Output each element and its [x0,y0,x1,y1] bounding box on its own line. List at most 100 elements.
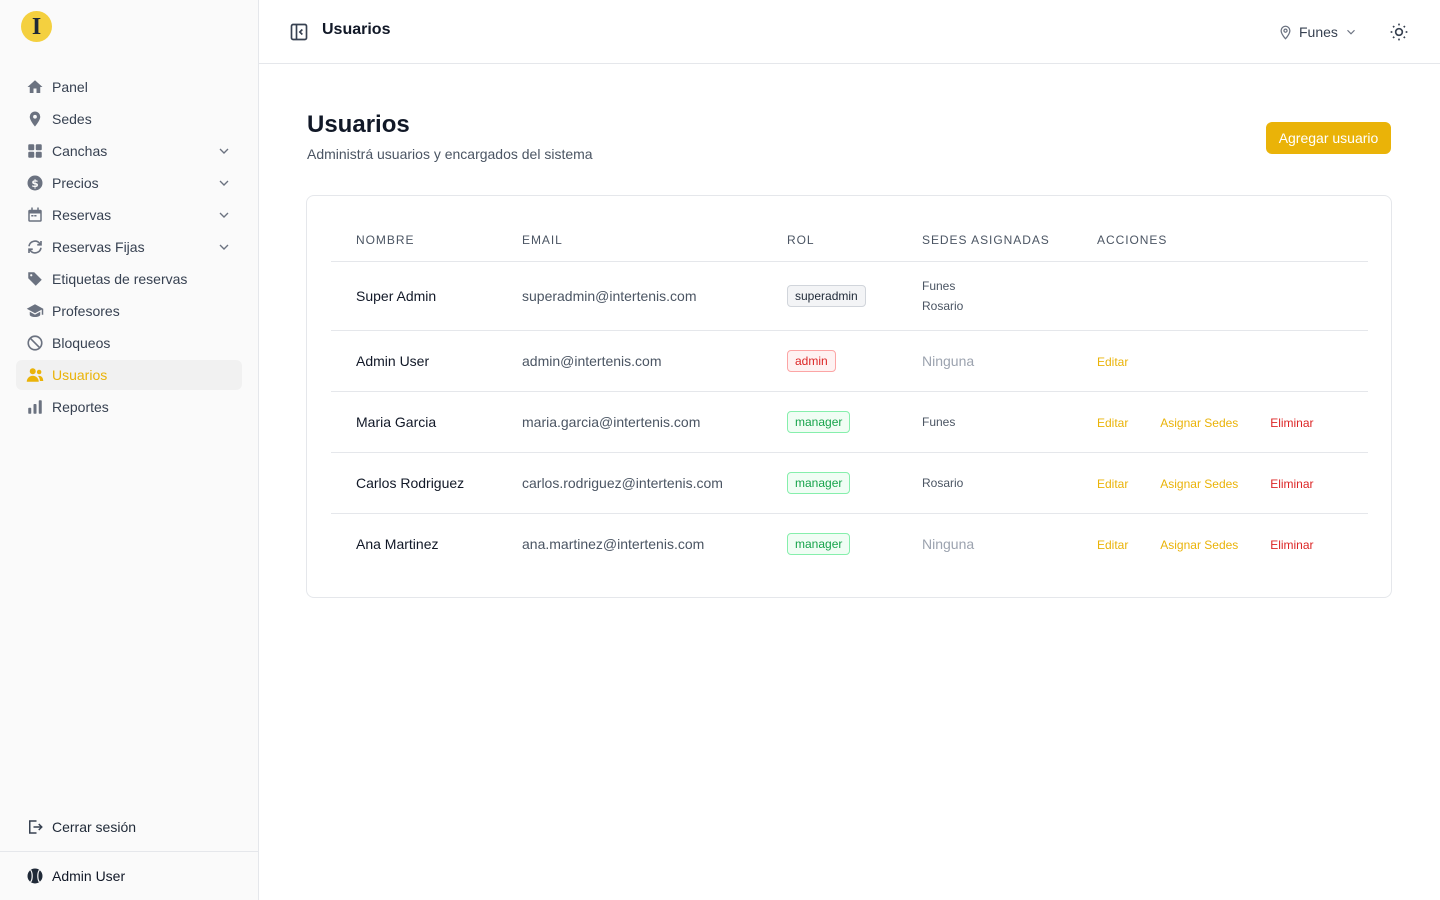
table-row: Super Admin superadmin@intertenis.com su… [331,261,1368,331]
table-row: Ana Martinez ana.martinez@intertenis.com… [331,513,1368,574]
sedes-cell: Ninguna [897,330,1072,392]
map-pin-icon [26,110,44,128]
column-header-acciones: ACCIONES [1072,220,1368,262]
actions-cell: Editar Asignar Sedes Eliminar [1072,391,1368,453]
sede-item: Rosario [922,475,964,490]
sidebar: I Panel Sedes Canchas $ Precios Reservas… [0,0,259,900]
app-logo[interactable]: I [21,11,52,42]
edit-button[interactable]: Editar [1097,355,1128,369]
sede-item: Rosario [922,298,964,313]
sidebar-toggle-icon[interactable] [289,22,309,42]
user-profile[interactable]: Admin User [0,851,258,900]
user-name-cell: Ana Martinez [356,535,439,552]
actions-cell: Editar [1072,330,1368,392]
column-header-email: EMAIL [497,220,762,262]
actions-cell: Editar Asignar Sedes Eliminar [1072,513,1368,574]
calendar-icon [26,206,44,224]
role-cell: manager [762,391,897,453]
role-badge: manager [787,471,851,494]
add-user-button[interactable]: Agregar usuario [1266,122,1391,154]
edit-button[interactable]: Editar [1097,477,1128,491]
sede-item: Funes [922,414,956,429]
assign-sedes-button[interactable]: Asignar Sedes [1160,477,1238,491]
table-header-row: NOMBRE EMAIL ROL SEDES ASIGNADAS ACCIONE… [331,220,1368,262]
edit-button[interactable]: Editar [1097,416,1128,430]
tag-icon [26,270,44,288]
page-subtitle: Administrá usuarios y encargados del sis… [307,146,593,162]
chevron-down-icon [1347,29,1355,35]
delete-button[interactable]: Eliminar [1270,538,1313,552]
sedes-cell: Funes Rosario [897,261,1072,331]
sidebar-item-label: Etiquetas de reservas [52,271,188,287]
user-email-cell: superadmin@intertenis.com [497,261,762,331]
sidebar-item-label: Bloqueos [52,335,111,351]
sedes-cell: Ninguna [922,535,975,552]
users-icon [26,366,44,384]
column-header-sedes: SEDES ASIGNADAS [897,220,1072,262]
assign-sedes-button[interactable]: Asignar Sedes [1160,416,1238,430]
sidebar-item-profesores[interactable]: Profesores [16,296,242,326]
sidebar-item-label: Usuarios [52,367,108,383]
assign-sedes-button[interactable]: Asignar Sedes [1160,538,1238,552]
table-row: Maria Garcia maria.garcia@intertenis.com… [331,391,1368,453]
role-cell: manager [762,513,897,574]
sidebar-item-reportes[interactable]: Reportes [16,392,242,422]
role-badge: manager [787,532,851,555]
svg-text:$: $ [31,178,38,190]
logo-letter: I [31,13,42,40]
sidebar-item-precios[interactable]: $ Precios [16,168,242,198]
sidebar-item-reservas[interactable]: Reservas [16,200,242,230]
sidebar-item-label: Reservas [52,207,112,223]
actions-cell [1072,261,1368,331]
graduation-cap-icon [26,302,44,320]
sidebar-item-etiquetas[interactable]: Etiquetas de reservas [16,264,242,294]
user-name: Admin User [52,868,126,884]
role-badge: manager [787,410,851,433]
users-table-card: NOMBRE EMAIL ROL SEDES ASIGNADAS ACCIONE… [306,195,1392,598]
chevron-down-icon[interactable] [216,239,232,255]
sun-icon[interactable] [1389,22,1409,42]
map-pin-icon [1280,25,1291,40]
column-header-nombre: NOMBRE [331,220,497,262]
role-cell: admin [762,330,897,392]
page-title: Usuarios [307,111,410,138]
role-badge: admin [787,349,836,372]
table-row: Admin User admin@intertenis.com admin Ni… [331,330,1368,392]
sidebar-item-label: Reportes [52,399,109,415]
location-label: Funes [1299,24,1338,40]
sidebar-item-label: Panel [52,79,88,95]
role-badge: superadmin [787,284,866,307]
sidebar-item-canchas[interactable]: Canchas [16,136,242,166]
logout-button[interactable]: Cerrar sesión [16,812,242,842]
sidebar-item-label: Sedes [52,111,92,127]
logout-icon [26,818,44,836]
sidebar-item-panel[interactable]: Panel [16,72,242,102]
chevron-down-icon[interactable] [216,143,232,159]
sidebar-item-reservas-fijas[interactable]: Reservas Fijas [16,232,242,262]
sedes-cell: Rosario [897,452,1072,514]
sidebar-item-label: Reservas Fijas [52,239,145,255]
bar-chart-icon [26,398,44,416]
sidebar-item-bloqueos[interactable]: Bloqueos [16,328,242,358]
home-icon [26,78,44,96]
users-table: NOMBRE EMAIL ROL SEDES ASIGNADAS ACCIONE… [331,220,1368,574]
sidebar-item-usuarios[interactable]: Usuarios [16,360,242,390]
user-email-cell: carlos.rodriguez@intertenis.com [497,452,762,514]
table-row: Carlos Rodriguez carlos.rodriguez@intert… [331,452,1368,514]
user-name-cell: Maria Garcia [331,391,497,453]
edit-button[interactable]: Editar [1097,538,1128,552]
delete-button[interactable]: Eliminar [1270,416,1313,430]
location-selector[interactable]: Funes [1278,22,1358,42]
delete-button[interactable]: Eliminar [1270,477,1313,491]
header-title: Usuarios [322,21,391,38]
user-name-cell: Carlos Rodriguez [331,452,497,514]
user-name-cell: Admin User [331,330,497,392]
user-email-cell: admin@intertenis.com [497,330,762,392]
user-email-cell: ana.martinez@intertenis.com [522,535,705,552]
chevron-down-icon[interactable] [216,175,232,191]
sedes-cell: Funes [897,391,1072,453]
sidebar-item-sedes[interactable]: Sedes [16,104,242,134]
sede-item: Funes [922,278,956,293]
chevron-down-icon[interactable] [216,207,232,223]
role-cell: superadmin [762,261,897,331]
